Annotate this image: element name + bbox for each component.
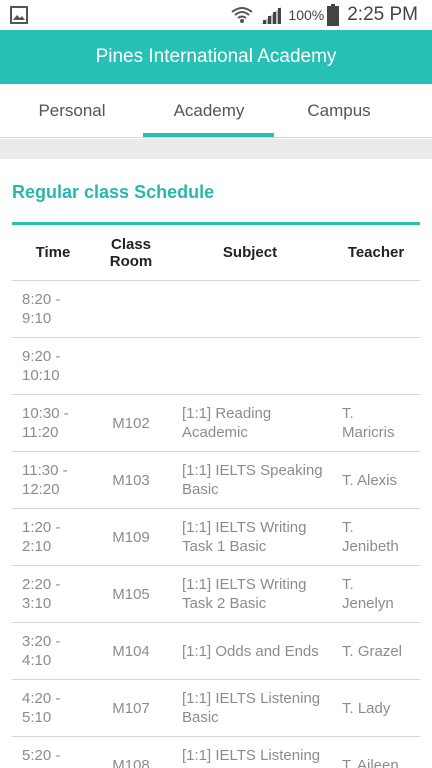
table-row: 2:20 - 3:10 M105 [1:1] IELTS Writing Task … [12, 566, 420, 623]
subject-cell: [1:1] Reading Academic [182, 405, 272, 441]
schedule-table: Time Class Room Subject Teacher 8:20 - 9… [12, 225, 420, 768]
table-body: 8:20 - 9:10 9:20 - 10:10 10:30 - 11:20 M102… [12, 281, 420, 768]
table-row: 8:20 - 9:10 [12, 281, 420, 338]
time-cell: 8:20 - 9:10 [22, 291, 61, 327]
teacher-cell: T. Jenibeth [342, 519, 399, 555]
tab-academy[interactable]: Academy [144, 84, 274, 138]
room-cell: M104 [112, 642, 150, 660]
subject-cell: [1:1] IELTS Listening Basic [182, 747, 321, 768]
battery-icon [327, 4, 340, 26]
room-cell: M102 [112, 414, 150, 432]
header-time: Time [35, 244, 71, 261]
table-header: Time Class Room Subject Teacher [12, 225, 420, 281]
table-row: 5:20 - 6:10 M108 [1:1] IELTS Listening Bas… [12, 737, 420, 768]
time-cell: 1:20 - 2:10 [22, 519, 61, 555]
header-room: Class Room [109, 235, 153, 270]
table-row: 3:20 - 4:10 M104 [1:1] Odds and Ends T. Gra… [12, 623, 420, 680]
table-row: 4:20 - 5:10 M107 [1:1] IELTS Listening Bas… [12, 680, 420, 737]
time-cell: 10:30 - 11:20 [22, 405, 69, 441]
subject-cell: [1:1] IELTS Writing Task 2 Basic [182, 576, 307, 612]
teacher-cell: T. Jenelyn [342, 576, 394, 612]
header-subject: Subject [222, 244, 278, 261]
time-cell: 2:20 - 3:10 [22, 576, 61, 612]
table-row: 10:30 - 11:20 M102 [1:1] Reading Academic T… [12, 395, 420, 452]
room-cell: M105 [112, 585, 150, 603]
teacher-cell: T. Lady [342, 699, 391, 717]
teacher-cell: T. Alexis [342, 471, 398, 489]
table-row: 11:30 - 12:20 M103 [1:1] IELTS Speaking Ba… [12, 452, 420, 509]
gallery-icon [10, 6, 28, 24]
teacher-cell: T. Aileen [342, 756, 399, 768]
room-cell: M107 [112, 699, 150, 717]
tab-personal[interactable]: Personal [0, 84, 144, 138]
app-title: Pines International Academy [95, 46, 337, 67]
teacher-cell: T. Maricris [342, 405, 395, 441]
room-cell: M108 [112, 756, 150, 768]
subject-cell: [1:1] IELTS Speaking Basic [182, 462, 323, 498]
tab-campus[interactable]: Campus [274, 84, 404, 138]
status-time: 2:25 PM [347, 4, 418, 25]
room-cell: M103 [112, 471, 150, 489]
time-cell: 4:20 - 5:10 [22, 690, 61, 726]
subject-cell: [1:1] IELTS Listening Basic [182, 690, 321, 726]
section-divider [0, 139, 432, 159]
header-teacher: Teacher [347, 244, 405, 261]
room-cell: M109 [112, 528, 150, 546]
time-cell: 9:20 - 10:10 [22, 348, 61, 384]
subject-cell: [1:1] Odds and Ends [182, 642, 319, 660]
battery-percent: 100% [288, 7, 325, 23]
signal-icon [261, 7, 282, 24]
status-bar: 100% 2:25 PM [0, 0, 432, 30]
table-row: 1:20 - 2:10 M109 [1:1] IELTS Writing Task … [12, 509, 420, 566]
app-bar: Pines International Academy [0, 30, 432, 84]
time-cell: 5:20 - 6:10 [22, 747, 61, 768]
teacher-cell: T. Grazel [342, 642, 403, 660]
wifi-icon [231, 7, 254, 23]
active-tab-indicator [143, 133, 274, 137]
table-row: 9:20 - 10:10 [12, 338, 420, 395]
tab-bar: Personal Academy Campus [0, 84, 432, 138]
time-cell: 11:30 - 12:20 [22, 462, 68, 498]
subject-cell: [1:1] IELTS Writing Task 1 Basic [182, 519, 307, 555]
schedule-title: Regular class Schedule [12, 182, 215, 202]
time-cell: 3:20 - 4:10 [22, 633, 61, 669]
